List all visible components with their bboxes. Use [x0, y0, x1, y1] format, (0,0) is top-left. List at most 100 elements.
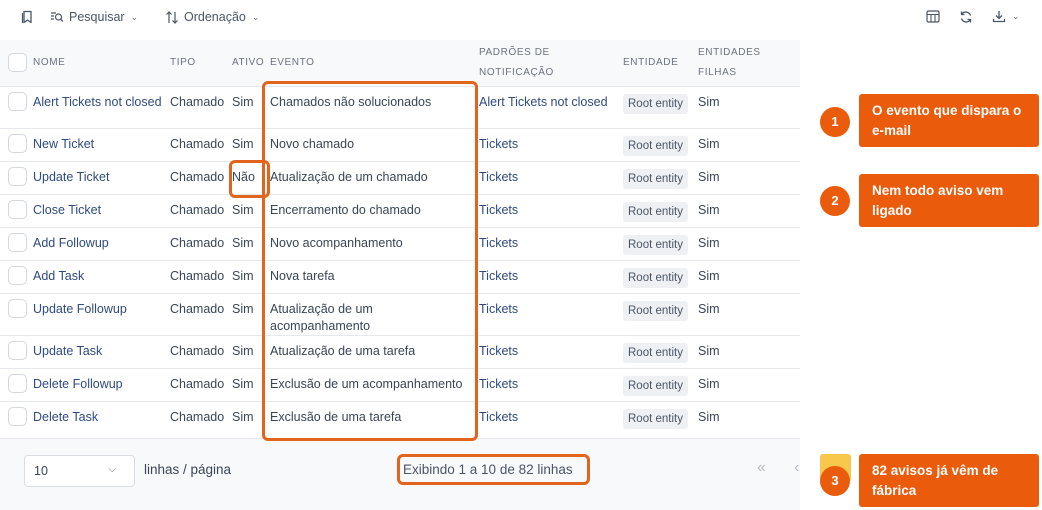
row-name-link[interactable]: Update Task	[29, 335, 166, 368]
page-size-select[interactable]: 10 ⌵	[24, 455, 135, 487]
toolbar: Pesquisar ⌄ Ordenação ⌄ ⌄	[0, 0, 1042, 38]
row-checkbox[interactable]	[8, 298, 27, 318]
row-type: Chamado	[170, 235, 225, 250]
row-entity-cell: Root entity	[619, 227, 694, 260]
row-type: Chamado	[170, 343, 225, 358]
row-checkbox[interactable]	[8, 406, 27, 426]
row-name-link[interactable]: New Ticket	[29, 128, 166, 161]
row-active: Sim	[232, 301, 254, 316]
row-checkbox[interactable]	[8, 265, 27, 285]
row-select-cell	[0, 401, 29, 434]
row-template-link[interactable]: Tickets	[475, 128, 619, 161]
row-children: Sim	[698, 202, 720, 217]
row-template-link[interactable]: Tickets	[475, 368, 619, 401]
row-template-link[interactable]: Tickets	[475, 401, 619, 434]
header-type[interactable]: TIPO	[166, 40, 228, 86]
row-type: Chamado	[170, 376, 225, 391]
search-icon	[51, 12, 64, 22]
row-checkbox[interactable]	[8, 133, 27, 153]
inactive-value-highlight	[229, 160, 270, 198]
chevron-left-icon[interactable]: ‹	[794, 459, 799, 477]
row-type: Chamado	[170, 94, 225, 109]
export-button[interactable]: ⌄	[992, 10, 1020, 23]
row-name-link[interactable]: Delete Task	[29, 401, 166, 434]
callout-1-text: O evento que dispara o e-mail	[872, 102, 1022, 138]
bookmark-button[interactable]	[21, 10, 34, 24]
row-template-link[interactable]: Tickets	[475, 194, 619, 227]
row-select-cell	[0, 161, 29, 194]
row-entity-badge: Root entity	[623, 234, 688, 255]
search-button[interactable]: Pesquisar ⌄	[50, 10, 138, 24]
refresh-icon	[960, 11, 972, 23]
row-entity-badge: Root entity	[623, 267, 688, 288]
header-templates-line2: NOTIFICAÇÃO	[479, 66, 554, 78]
row-entity-badge: Root entity	[623, 300, 688, 321]
row-name-link[interactable]: Add Followup	[29, 227, 166, 260]
row-select-cell	[0, 260, 29, 293]
row-template-link[interactable]: Alert Tickets not closed	[475, 86, 619, 128]
sort-button[interactable]: Ordenação ⌄	[165, 10, 259, 24]
row-type: Chamado	[170, 301, 225, 316]
sort-icon	[166, 10, 178, 24]
select-all-checkbox[interactable]	[8, 53, 27, 73]
header-children[interactable]: ENTIDADES FILHAS	[694, 40, 800, 86]
row-type: Chamado	[170, 202, 225, 217]
columns-button[interactable]	[926, 10, 940, 23]
header-entity[interactable]: ENTIDADE	[619, 40, 694, 86]
row-select-cell	[0, 227, 29, 260]
row-children: Sim	[698, 94, 720, 109]
select-all-cell	[0, 40, 29, 86]
row-entity-cell: Root entity	[619, 128, 694, 161]
row-checkbox[interactable]	[8, 373, 27, 393]
header-children-line1: ENTIDADES	[698, 46, 761, 58]
header-active[interactable]: ATIVO	[228, 40, 266, 86]
row-type: Chamado	[170, 268, 225, 283]
row-name-link[interactable]: Close Ticket	[29, 194, 166, 227]
row-children: Sim	[698, 268, 720, 283]
chevron-down-icon: ⌄	[251, 11, 260, 22]
row-entity-cell: Root entity	[619, 293, 694, 335]
double-chevron-left-icon[interactable]: «	[757, 459, 766, 477]
row-select-cell	[0, 293, 29, 335]
header-templates-line1: PADRÕES DE	[479, 46, 550, 58]
row-template-link[interactable]: Tickets	[475, 260, 619, 293]
row-checkbox[interactable]	[8, 232, 27, 252]
header-event[interactable]: EVENTO	[266, 40, 475, 86]
row-children: Sim	[698, 343, 720, 358]
header-templates[interactable]: PADRÕES DE NOTIFICAÇÃO	[475, 40, 619, 86]
row-children: Sim	[698, 235, 720, 250]
row-children: Sim	[698, 169, 720, 184]
row-select-cell	[0, 368, 29, 401]
row-active: Sim	[232, 94, 254, 109]
pagination-summary-highlight	[397, 454, 590, 485]
callout-1-number: 1	[820, 107, 850, 137]
row-name-link[interactable]: Update Ticket	[29, 161, 166, 194]
row-template-link[interactable]: Tickets	[475, 293, 619, 335]
row-name-link[interactable]: Update Followup	[29, 293, 166, 335]
callout-2-text: Nem todo aviso vem ligado	[872, 182, 1004, 218]
callout-2: Nem todo aviso vem ligado	[859, 174, 1039, 227]
header-name[interactable]: NOME	[29, 40, 166, 86]
row-template-link[interactable]: Tickets	[475, 335, 619, 368]
header-children-line2: FILHAS	[698, 66, 737, 78]
row-checkbox[interactable]	[8, 340, 27, 360]
row-entity-badge: Root entity	[623, 342, 688, 363]
row-template-link[interactable]: Tickets	[475, 227, 619, 260]
row-checkbox[interactable]	[8, 199, 27, 219]
row-select-cell	[0, 128, 29, 161]
callout-3: 82 avisos já vêm de fábrica	[859, 454, 1039, 507]
bookmark-icon	[21, 10, 32, 24]
row-entity-cell: Root entity	[619, 86, 694, 128]
row-children: Sim	[698, 409, 720, 424]
row-select-cell	[0, 335, 29, 368]
row-checkbox[interactable]	[8, 91, 27, 111]
row-select-cell	[0, 86, 29, 128]
refresh-button[interactable]	[959, 10, 973, 24]
row-template-link[interactable]: Tickets	[475, 161, 619, 194]
row-name-link[interactable]: Alert Tickets not closed	[29, 86, 166, 128]
row-active: Sim	[232, 202, 254, 217]
row-name-link[interactable]: Add Task	[29, 260, 166, 293]
row-type: Chamado	[170, 169, 225, 184]
row-checkbox[interactable]	[8, 166, 27, 186]
row-name-link[interactable]: Delete Followup	[29, 368, 166, 401]
